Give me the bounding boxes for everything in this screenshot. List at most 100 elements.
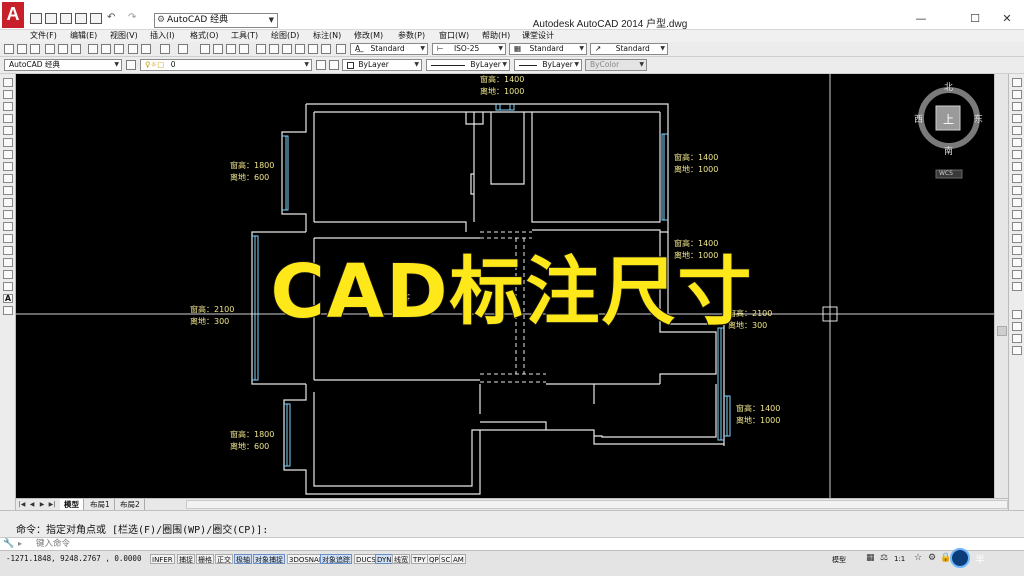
- plotstyle-dropdown[interactable]: ByColor ▼: [585, 59, 647, 71]
- scale-icon[interactable]: [1012, 162, 1022, 171]
- workspace-dropdown[interactable]: ⚙ AutoCAD 经典 ▼: [154, 13, 278, 28]
- menu-edit[interactable]: 编辑(E): [70, 30, 97, 42]
- polygon-icon[interactable]: [3, 114, 13, 123]
- wrench-icon[interactable]: 🔧: [3, 539, 14, 549]
- print-icon[interactable]: [90, 13, 102, 24]
- color-dropdown[interactable]: ByLayer ▼: [342, 59, 422, 71]
- copy-object-icon[interactable]: [1012, 90, 1022, 99]
- undo-icon[interactable]: [160, 44, 170, 54]
- annotation-scale-icon[interactable]: ⚖: [880, 553, 888, 563]
- text-style-dropdown[interactable]: A͟ Standard ▼: [350, 43, 428, 55]
- status-tpy[interactable]: TPY: [411, 554, 428, 564]
- markup-icon[interactable]: [308, 44, 318, 54]
- block-editor-icon[interactable]: [141, 44, 151, 54]
- publish-icon[interactable]: [71, 44, 81, 54]
- layer-dropdown[interactable]: ♀☼▢ 0 ▼: [140, 59, 312, 71]
- tab-layout1[interactable]: 布局1: [86, 499, 115, 510]
- line-icon[interactable]: [3, 78, 13, 87]
- menu-help[interactable]: 帮助(H): [482, 30, 510, 42]
- paste-icon[interactable]: [114, 44, 124, 54]
- menu-class-design[interactable]: 课堂设计: [522, 30, 554, 42]
- menu-window[interactable]: 窗口(W): [439, 30, 469, 42]
- revision-cloud-icon[interactable]: [3, 162, 13, 171]
- new-file-icon[interactable]: [30, 13, 42, 24]
- status-snap[interactable]: 捕捉: [177, 554, 195, 564]
- spline-icon[interactable]: [3, 174, 13, 183]
- polyline-icon[interactable]: [3, 102, 13, 111]
- viewcube-east-label[interactable]: 东: [974, 112, 983, 125]
- annotation-scale-value[interactable]: 1:1: [894, 555, 905, 563]
- erase-icon[interactable]: [1012, 78, 1022, 87]
- cut-icon[interactable]: [88, 44, 98, 54]
- break-icon[interactable]: [1012, 222, 1022, 231]
- tab-model[interactable]: 模型: [60, 499, 84, 510]
- tab-layout2[interactable]: 布局2: [116, 499, 145, 510]
- undo-icon[interactable]: ↶: [107, 13, 119, 24]
- zoom-previous-icon[interactable]: [239, 44, 249, 54]
- command-input[interactable]: [36, 538, 536, 550]
- first-tab-button[interactable]: |◀: [18, 500, 26, 509]
- annotation-visibility-icon[interactable]: ☆: [914, 553, 922, 563]
- zoom-realtime-icon[interactable]: [213, 44, 223, 54]
- menu-view[interactable]: 视图(V): [110, 30, 138, 42]
- tool-palettes-icon[interactable]: [282, 44, 292, 54]
- prev-tab-button[interactable]: ◀: [28, 500, 36, 509]
- quick-view-icon[interactable]: ▦: [866, 553, 875, 563]
- open-folder-icon[interactable]: [45, 13, 57, 24]
- mirror-icon[interactable]: [1012, 102, 1022, 111]
- menu-tools[interactable]: 工具(T): [231, 30, 258, 42]
- menu-format[interactable]: 格式(O): [190, 30, 219, 42]
- close-button[interactable]: ✕: [992, 11, 1022, 27]
- menu-dimension[interactable]: 标注(N): [313, 30, 341, 42]
- new-icon[interactable]: [4, 44, 14, 54]
- zoom-window-icon[interactable]: [226, 44, 236, 54]
- calculator-icon[interactable]: [321, 44, 331, 54]
- properties-icon[interactable]: [256, 44, 266, 54]
- copy-icon[interactable]: [101, 44, 111, 54]
- multileader-style-dropdown[interactable]: ↗ Standard ▼: [590, 43, 668, 55]
- join-icon[interactable]: [1012, 234, 1022, 243]
- trim-icon[interactable]: [1012, 186, 1022, 195]
- rectangle-icon[interactable]: [3, 126, 13, 135]
- linetype-dropdown[interactable]: ByLayer ▼: [426, 59, 510, 71]
- viewcube-top-face[interactable]: 上: [943, 111, 954, 127]
- move-icon[interactable]: [1012, 138, 1022, 147]
- match-properties-icon[interactable]: [128, 44, 138, 54]
- array-icon[interactable]: [1012, 126, 1022, 135]
- sheet-set-icon[interactable]: [295, 44, 305, 54]
- table-style-dropdown[interactable]: ▦ Standard ▼: [509, 43, 587, 55]
- open-icon[interactable]: [17, 44, 27, 54]
- status-polar[interactable]: 极轴: [234, 554, 252, 564]
- circle-icon[interactable]: [3, 150, 13, 159]
- status-ortho[interactable]: 正交: [215, 554, 233, 564]
- status-infer[interactable]: INFER: [150, 554, 175, 564]
- make-current-layer-icon[interactable]: [316, 60, 326, 70]
- viewcube-south-label[interactable]: 南: [944, 144, 953, 157]
- plot-icon[interactable]: [45, 44, 55, 54]
- status-am[interactable]: AM: [451, 554, 466, 564]
- status-otrack[interactable]: 对象追踪: [320, 554, 352, 564]
- plot-preview-icon[interactable]: [58, 44, 68, 54]
- save-icon[interactable]: [60, 13, 72, 24]
- autocad-application-button[interactable]: A: [2, 2, 24, 28]
- break-at-point-icon[interactable]: [1012, 210, 1022, 219]
- status-osnap[interactable]: 对象捕捉: [253, 554, 285, 564]
- layer-previous-icon[interactable]: [329, 60, 339, 70]
- minimize-button[interactable]: —: [906, 11, 936, 27]
- ellipse-icon[interactable]: [3, 186, 13, 195]
- menu-modify[interactable]: 修改(M): [354, 30, 383, 42]
- status-dyn[interactable]: DYN: [375, 554, 394, 564]
- viewcube-west-label[interactable]: 西: [914, 112, 923, 125]
- status-grid[interactable]: 栅格: [196, 554, 214, 564]
- viewcube[interactable]: [918, 87, 980, 179]
- point-icon[interactable]: [3, 234, 13, 243]
- last-tab-button[interactable]: ▶|: [48, 500, 56, 509]
- workspace-switch-icon[interactable]: ⚙: [928, 553, 936, 563]
- pan-icon[interactable]: [200, 44, 210, 54]
- model-space-label[interactable]: 模型: [832, 555, 846, 565]
- menu-file[interactable]: 文件(F): [30, 30, 57, 42]
- make-block-icon[interactable]: [3, 222, 13, 231]
- menu-insert[interactable]: 插入(I): [150, 30, 175, 42]
- offset-icon[interactable]: [1012, 114, 1022, 123]
- wcs-menu[interactable]: WCS: [939, 170, 953, 177]
